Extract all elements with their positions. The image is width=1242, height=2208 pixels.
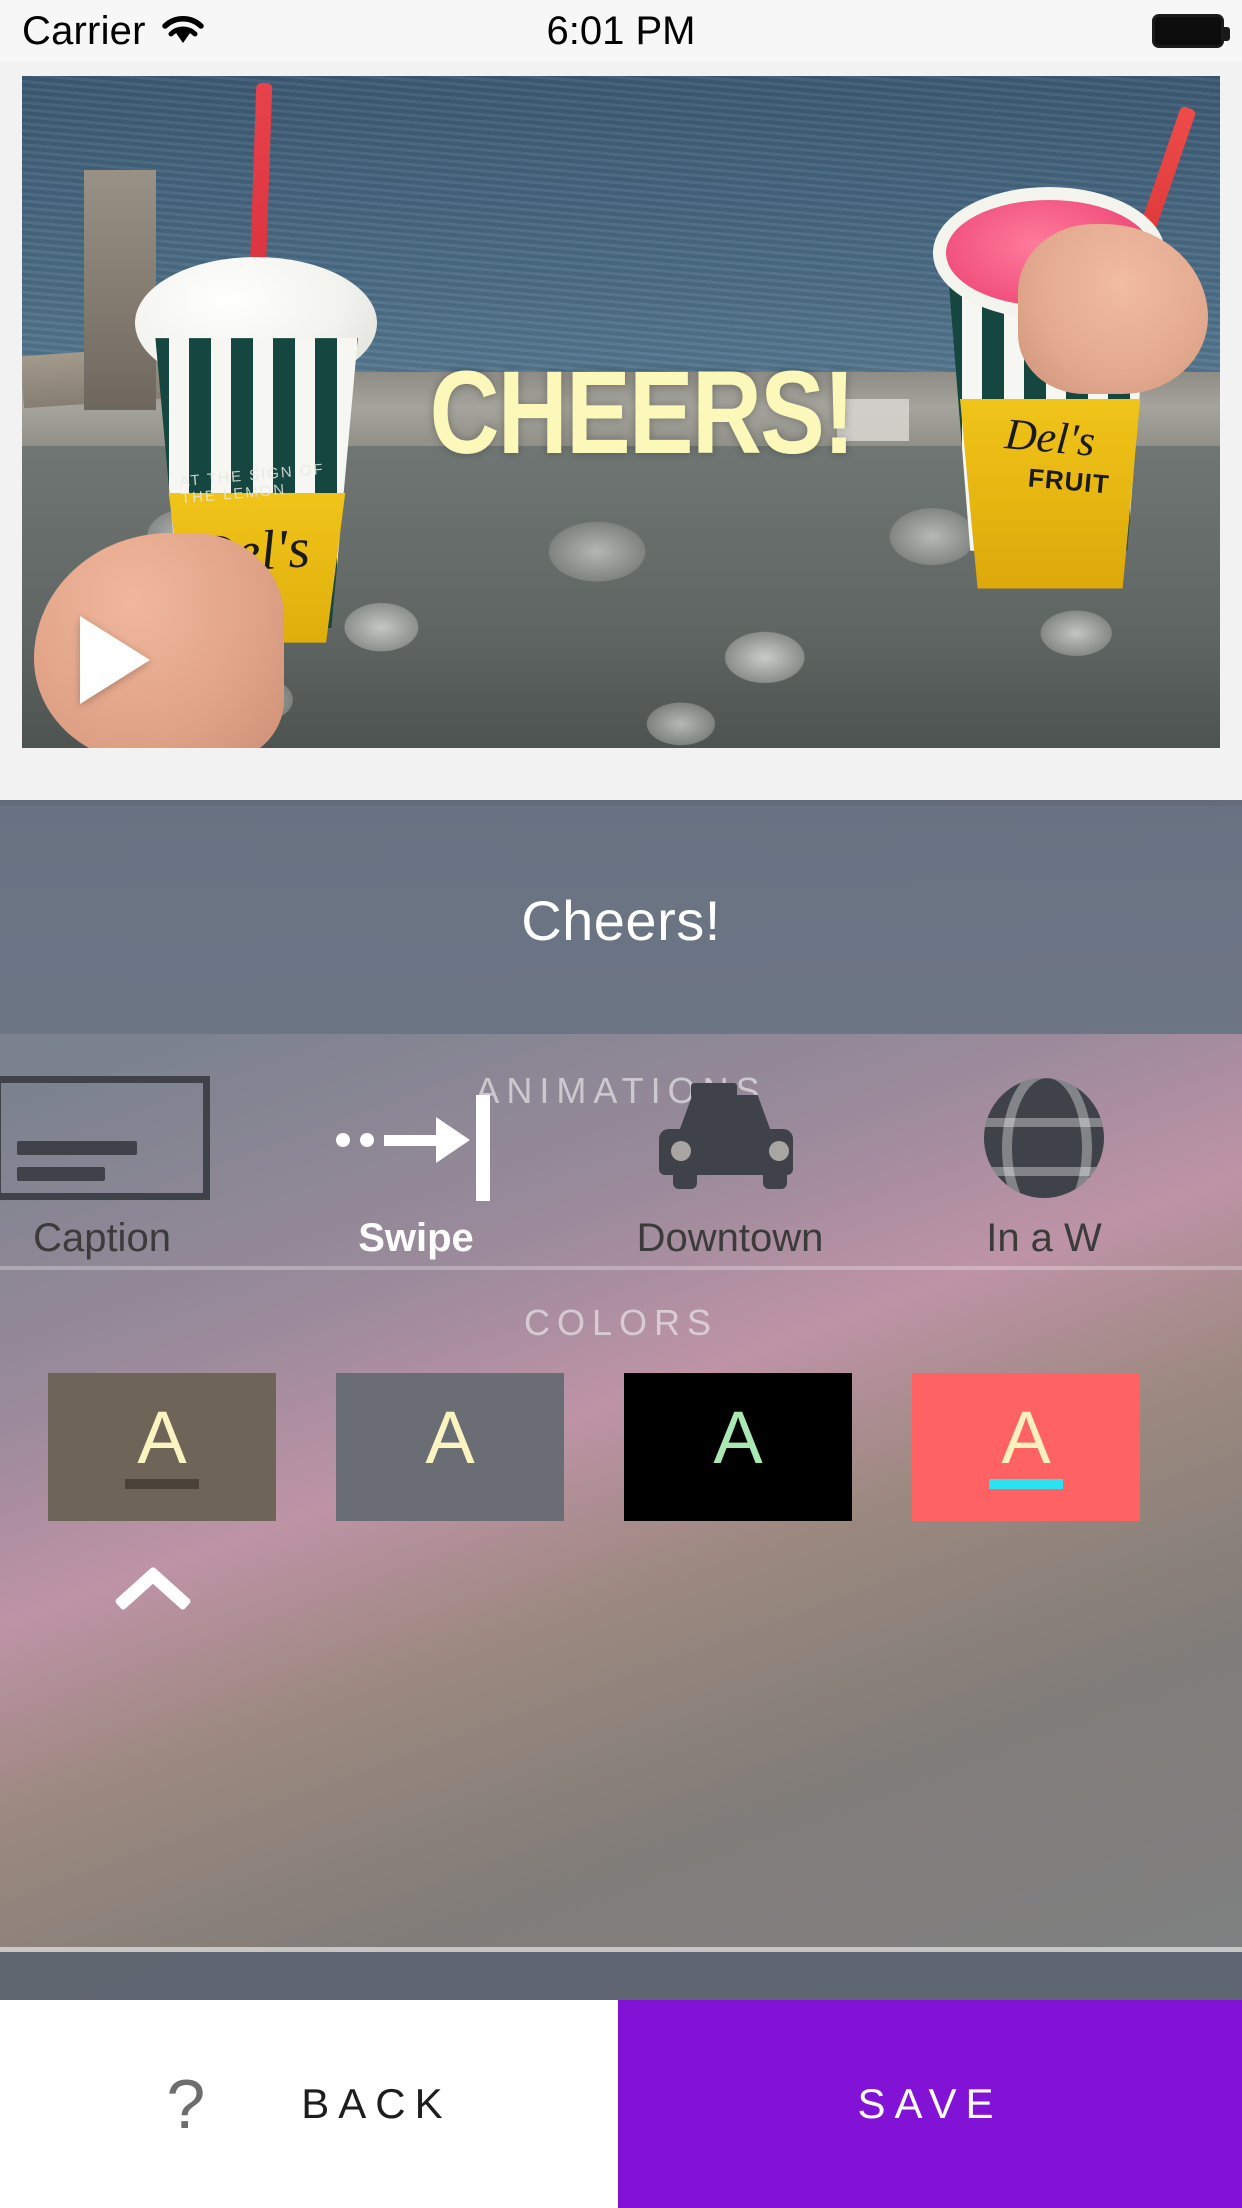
color-swatch[interactable]: A	[336, 1373, 564, 1521]
chevron-up-icon[interactable]	[120, 1560, 186, 1626]
editor-panel: Cheers! ANIMATIONS ipes Caption	[0, 800, 1242, 2000]
status-bar: Carrier 6:01 PM	[0, 0, 1242, 62]
color-swatch-glyph: A	[1001, 1395, 1051, 1479]
clock-label: 6:01 PM	[546, 8, 696, 53]
color-swatch-glyph: A	[137, 1395, 187, 1479]
right-cup-sublabel: FRUIT	[1027, 462, 1111, 500]
animation-item-swipe[interactable]: Swipe	[259, 1068, 573, 1261]
color-swatch-glyph: A	[713, 1395, 763, 1479]
status-bar-right	[1152, 14, 1230, 48]
panel-footer-strip	[0, 1952, 1242, 2000]
color-swatch-underline	[125, 1479, 199, 1490]
animation-item-label: Swipe	[358, 1216, 474, 1260]
question-mark-icon[interactable]: ?	[166, 2069, 205, 2139]
right-cup-logo: Del's	[1003, 409, 1098, 466]
colors-section-title: COLORS	[523, 1302, 719, 1343]
bottom-action-bar: ? BACK SAVE	[0, 2000, 1242, 2208]
color-swatch[interactable]: A	[48, 1373, 276, 1521]
animation-item-caption[interactable]: Caption	[0, 1068, 259, 1261]
caption-icon	[0, 1068, 210, 1208]
swipe-icon	[336, 1068, 496, 1208]
taxi-icon	[655, 1068, 805, 1208]
animation-item-in-a-world[interactable]: In a W	[887, 1068, 1201, 1261]
back-button-label: BACK	[301, 2080, 452, 2127]
save-button[interactable]: SAVE	[618, 2000, 1242, 2208]
color-swatch-glyph: A	[425, 1395, 475, 1479]
animation-item-label: Downtown	[636, 1216, 824, 1260]
back-button[interactable]: ? BACK	[0, 2000, 618, 2208]
color-swatch-underline	[413, 1479, 487, 1489]
animation-item-label: Caption	[33, 1216, 171, 1260]
color-swatch-underline	[701, 1479, 775, 1489]
video-overlay-text: CHEERS!	[429, 346, 856, 479]
save-button-label: SAVE	[857, 2080, 1003, 2127]
video-scene-post	[84, 170, 157, 411]
video-player[interactable]: AT THE SIGN OF THE LEMON Del's Del's FRU…	[22, 76, 1220, 748]
caption-preview-strip[interactable]: Cheers!	[0, 806, 1242, 1034]
animation-item-label: In a W	[986, 1216, 1102, 1260]
play-icon[interactable]	[80, 616, 150, 704]
battery-icon	[1152, 14, 1230, 48]
app-root: Carrier 6:01 PM AT THE SIGN OF THE LEMON…	[0, 0, 1242, 2208]
color-swatch-underline	[989, 1479, 1063, 1490]
caption-preview-text: Cheers!	[521, 888, 721, 952]
color-swatch[interactable]: A	[624, 1373, 852, 1521]
animation-item-downtown[interactable]: Downtown	[573, 1068, 887, 1261]
globe-icon	[984, 1068, 1104, 1208]
colors-carousel[interactable]: A A A A	[0, 1372, 1242, 1522]
video-preview-area: AT THE SIGN OF THE LEMON Del's Del's FRU…	[0, 62, 1242, 770]
battery-cap	[1224, 27, 1230, 41]
color-swatch[interactable]: A	[912, 1373, 1140, 1521]
